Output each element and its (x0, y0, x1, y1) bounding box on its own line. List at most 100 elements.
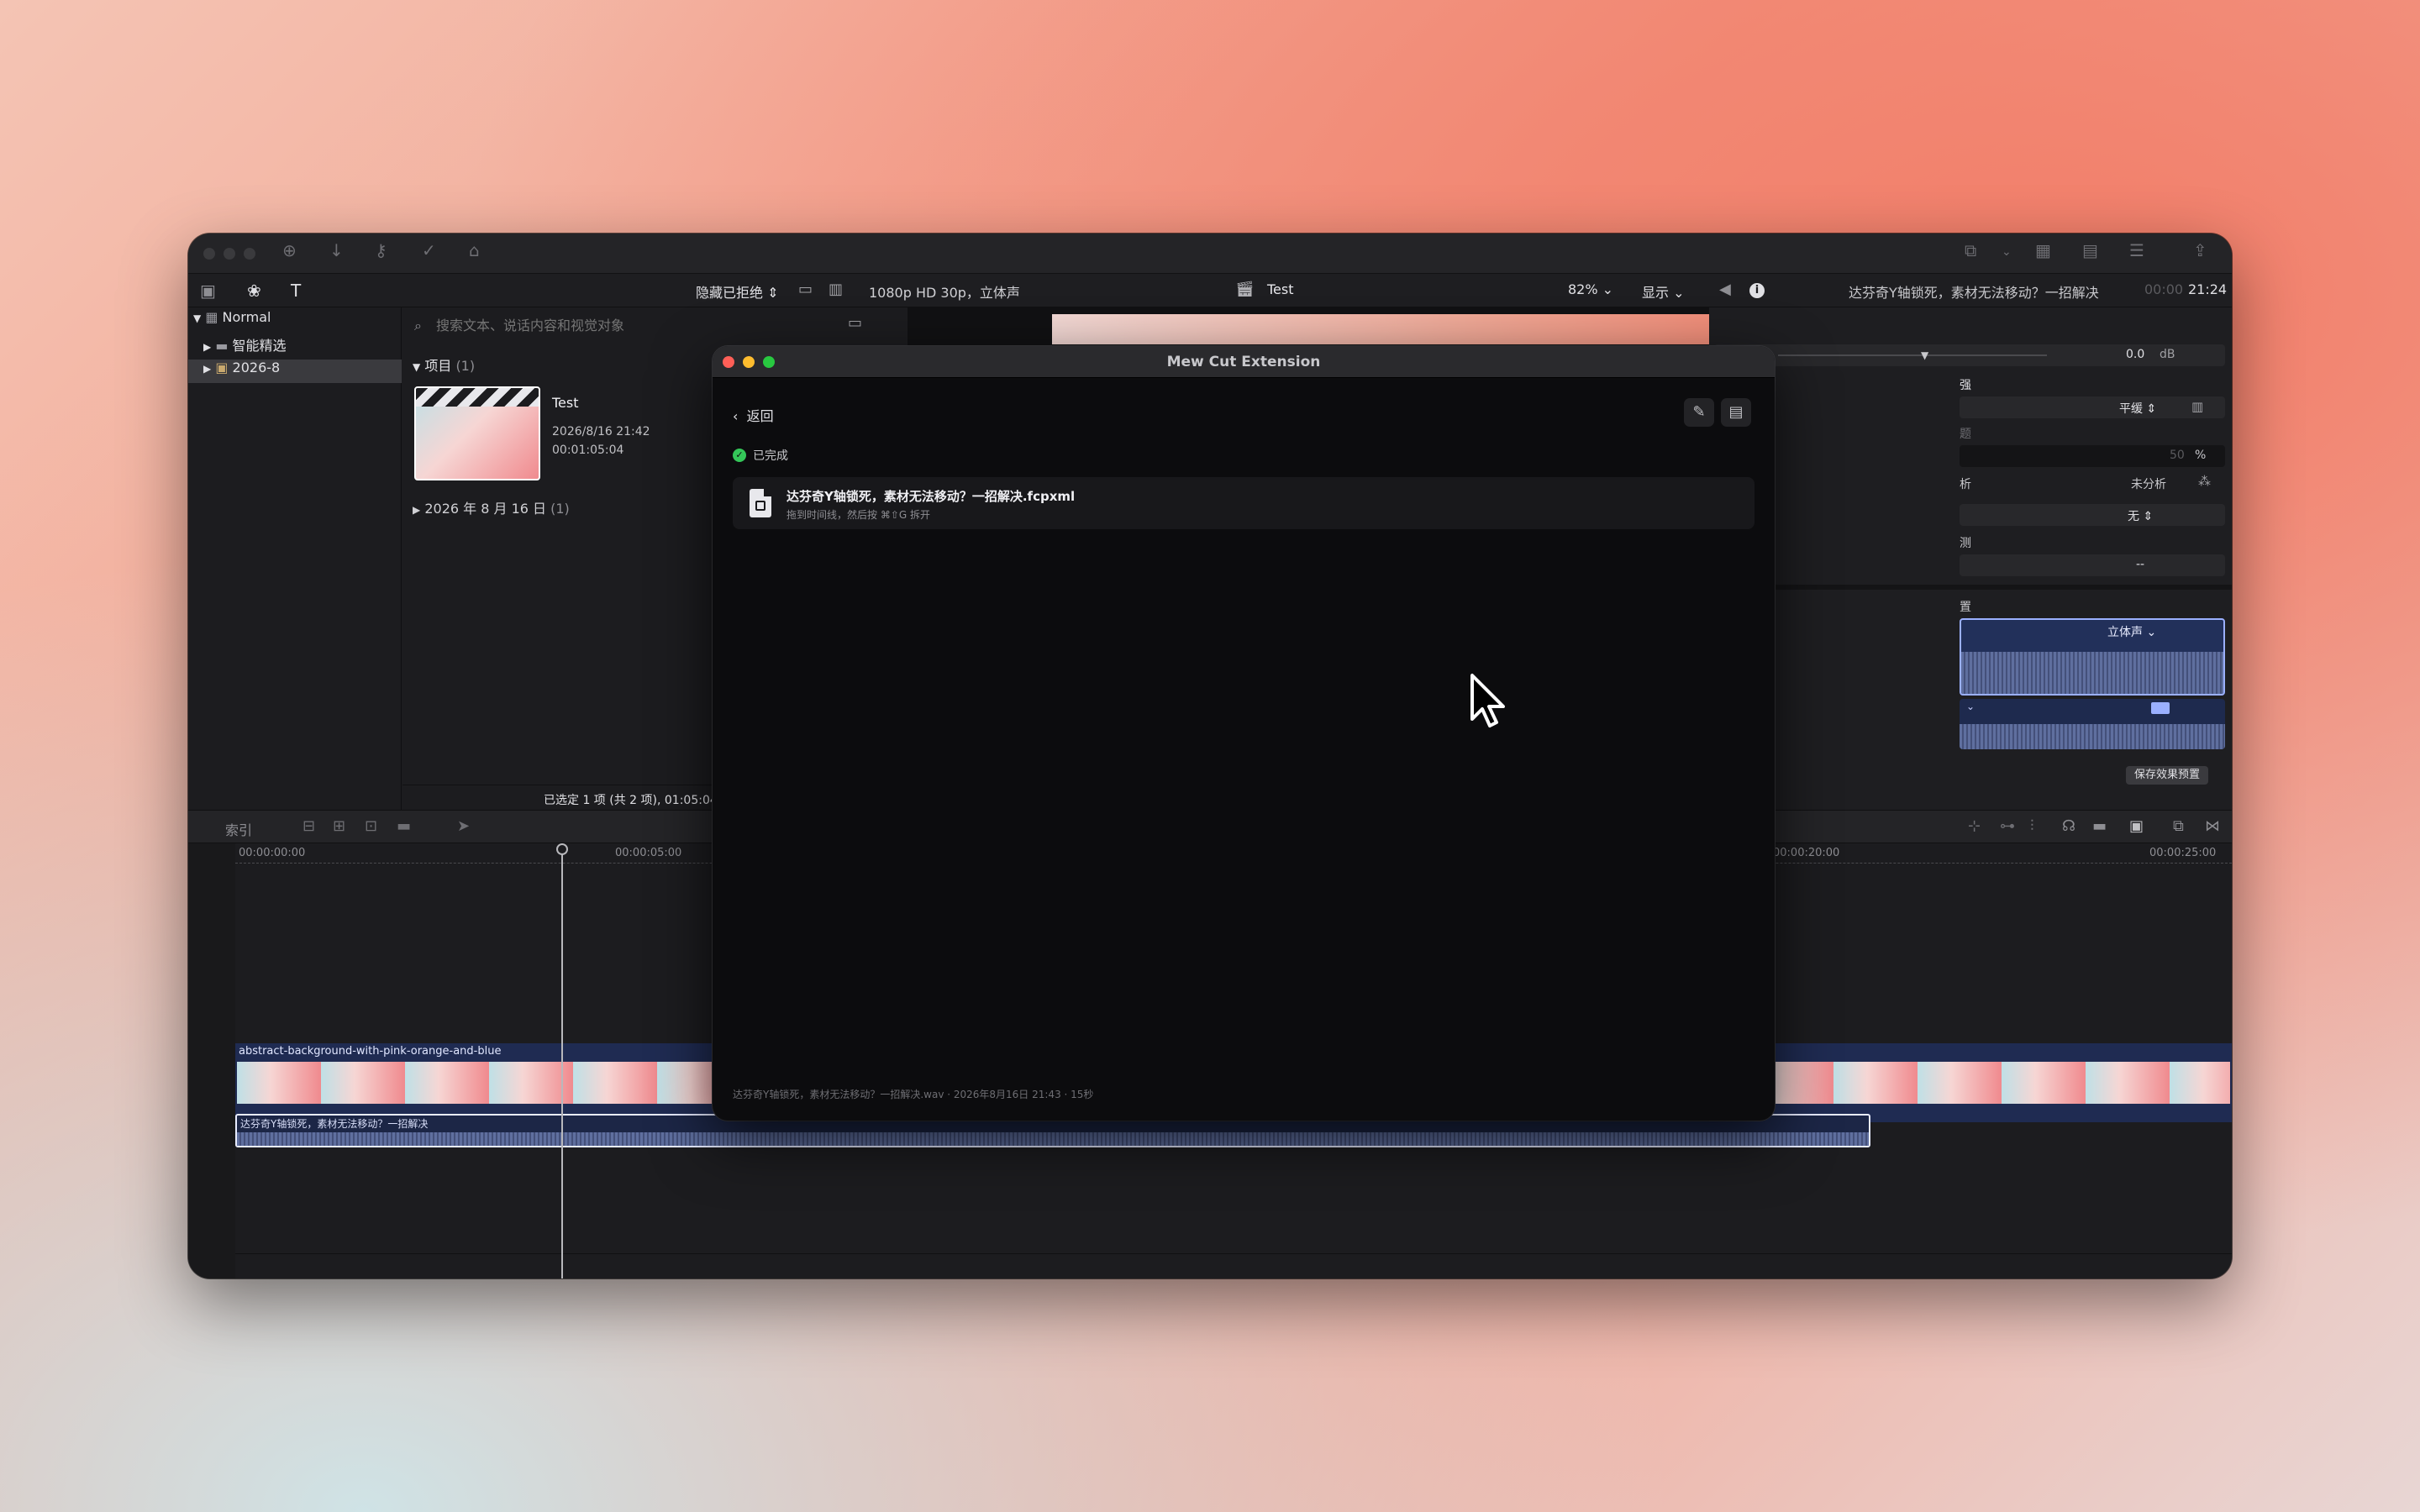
project-group-header[interactable]: ▼ 项目 (1) (413, 354, 475, 375)
zoom-select[interactable]: 82% ⌄ (1568, 281, 1613, 297)
dash-row: -- (1960, 554, 2225, 576)
project-title: Test (552, 395, 579, 411)
clip-appearance-icon[interactable]: ▣ (2129, 817, 2144, 835)
row-c-label: 测 (1960, 537, 1971, 550)
volume-value[interactable]: 0.0 (2126, 348, 2144, 361)
filmstrip-icon[interactable]: ▥ (829, 281, 843, 298)
append-clip-icon[interactable]: ⊡ (365, 817, 377, 835)
document-icon[interactable]: ▤ (1721, 398, 1751, 427)
filter-label: 隐藏已拒绝 (696, 285, 764, 301)
inspector-timecode: 21:24 (2188, 281, 2228, 297)
eq-icon[interactable]: ▥ (2191, 399, 2203, 414)
solo-icon[interactable]: ▬ (2092, 817, 2107, 835)
file-icon (750, 489, 771, 517)
volume-row: ▭ 音量 ▼ 0.0 dB (1714, 344, 2225, 366)
filter-select[interactable]: 隐藏已拒绝 ⇕ (696, 281, 779, 302)
playhead-handle[interactable] (556, 843, 568, 855)
compare-icon[interactable]: ⧉ (1965, 240, 1976, 260)
close-button[interactable] (203, 248, 215, 260)
timeline-gutter (188, 843, 235, 1278)
close-button[interactable] (723, 356, 734, 368)
magic-wand-icon[interactable]: ⁂ (2198, 474, 2211, 489)
minimize-button[interactable] (743, 356, 755, 368)
timeline-index-icon[interactable]: ⧉ (2173, 817, 2184, 835)
none-select[interactable]: 无 ⇕ (2128, 507, 2153, 524)
share-icon[interactable]: ⇪ (2193, 240, 2207, 260)
date-group-count: (1) (550, 501, 570, 517)
project-duration: 00:01:05:04 (552, 444, 624, 457)
list-view-icon[interactable]: ▭ (798, 281, 813, 298)
row-b-label: 题 (1960, 428, 1971, 441)
sidebar-item-label: 智能精选 (232, 338, 287, 354)
calendar-icon[interactable]: ▭ (848, 314, 862, 332)
save-preset-button[interactable]: 保存效果预置 (2126, 766, 2209, 785)
grid-icon[interactable]: ▦ (2035, 240, 2051, 260)
clipboard-icon[interactable]: ✎ (1684, 398, 1714, 427)
sidebar-item-label: 2026-8 (232, 360, 281, 375)
zoom-button[interactable] (763, 356, 775, 368)
channel-value: 立体声 (2107, 626, 2143, 639)
amount-unit: % (2195, 449, 2207, 462)
amount-value: 50 (2170, 449, 2185, 462)
project-date: 2026/8/16 21:42 (552, 425, 650, 438)
select-tool-icon[interactable]: ➤ (457, 817, 470, 835)
channel-toggle[interactable] (2151, 702, 2170, 714)
volume-slider[interactable] (1778, 354, 2047, 356)
headphones-icon[interactable]: ☊ (2062, 817, 2075, 835)
audio-skim-icon[interactable]: ⫶ (2030, 817, 2034, 835)
ruler-tick-label: 00:00:00:00 (239, 847, 306, 859)
overwrite-clip-icon[interactable]: ▬ (397, 817, 411, 835)
minimize-button[interactable] (224, 248, 235, 260)
info-icon[interactable]: i (1749, 283, 1765, 298)
download-icon[interactable]: ↓ (329, 240, 344, 260)
sidebar-item-smart-collections[interactable]: ▶ ▬ 智能精选 (203, 334, 287, 358)
libraries-icon[interactable]: ▣ (200, 281, 216, 301)
row-d-label: 置 (1960, 601, 1971, 614)
extension-title: Mew Cut Extension (1166, 354, 1321, 370)
date-group-header[interactable]: ▶ 2026 年 8 月 16 日 (1) (413, 497, 570, 517)
library-row[interactable]: ▼ ▦ Normal (193, 309, 271, 333)
back-label: 返回 (746, 408, 774, 424)
sidebar-item-event[interactable]: ▶ ▣ 2026-8 (188, 360, 402, 383)
none-value: 无 (2128, 510, 2139, 523)
photos-icon[interactable]: ❀ (247, 281, 261, 301)
volume-slider-thumb[interactable]: ▼ (1921, 349, 1928, 361)
trim-icon[interactable]: ⊶ (2000, 817, 2015, 835)
search-input[interactable] (434, 314, 829, 336)
key-icon[interactable]: ⚷ (375, 240, 387, 260)
channel-waveform-1[interactable]: 立体声 ⌄ (1960, 618, 2225, 696)
import-icon[interactable]: ⊕ (282, 240, 297, 260)
ruler-tick-label: 00:00:05:00 (615, 847, 682, 859)
index-button[interactable]: 索引 (225, 819, 252, 839)
adjust-icon[interactable]: ☰ (2129, 240, 2144, 260)
search-icon: ⌕ (414, 318, 422, 333)
channel-waveform-2[interactable]: ⌄ (1960, 699, 2225, 749)
pan-mode-select[interactable]: 平缓 ⇕ (2119, 400, 2156, 417)
audio-inspector-icon[interactable]: ◀︎ (1719, 281, 1731, 298)
transition-icon[interactable]: ⋈ (2205, 817, 2220, 835)
display-select[interactable]: 显示 ⌄ (1642, 281, 1685, 302)
tag-icon[interactable]: ⌂ (469, 240, 480, 260)
fcpxml-file-item[interactable]: 达芬奇Y轴锁死，素材无法移动？一招解决.fcpxml 拖到时间线，然后按 ⌘⇧G… (733, 477, 1754, 529)
split-icon[interactable]: ⊹ (1968, 817, 1981, 835)
group-count: (1) (455, 358, 476, 374)
chevron-down-icon[interactable]: ⌄ (2002, 245, 2012, 259)
panel-toolbar: ▣ ❀ T 隐藏已拒绝 ⇕ ▭ ▥ 1080p HD 30p，立体声 🎬︎ Te… (188, 274, 2232, 307)
inspector-divider[interactable] (1709, 585, 2232, 590)
timeline-layout-icon[interactable]: ▤ (2082, 240, 2098, 260)
library-sidebar: ▼ ▦ Normal ▶ ▬ 智能精选 ▶ ▣ 2026-8 (188, 307, 402, 810)
check-icon[interactable]: ✓ (422, 240, 436, 260)
library-name: Normal (222, 309, 271, 325)
ruler-tick-label: 00:00:25:00 (2149, 847, 2217, 859)
zoom-button[interactable] (244, 248, 255, 260)
channel-select[interactable]: 立体声 ⌄ (2107, 623, 2156, 640)
project-thumbnail[interactable] (414, 386, 540, 480)
chevron-down-icon[interactable]: ⌄ (1966, 701, 1975, 712)
connect-clip-icon[interactable]: ⊟ (302, 817, 315, 835)
playhead[interactable] (561, 843, 563, 1278)
inspector-panel: ▭ 音量 ▼ 0.0 dB 强 平缓 ⇕ ▥ 题 50 % 析 未分析 ⁂ 无 … (1709, 307, 2232, 810)
back-button[interactable]: ‹ 返回 (733, 405, 774, 425)
titles-icon[interactable]: T (291, 281, 301, 301)
insert-clip-icon[interactable]: ⊞ (333, 817, 345, 835)
dash-value: -- (2136, 558, 2145, 571)
